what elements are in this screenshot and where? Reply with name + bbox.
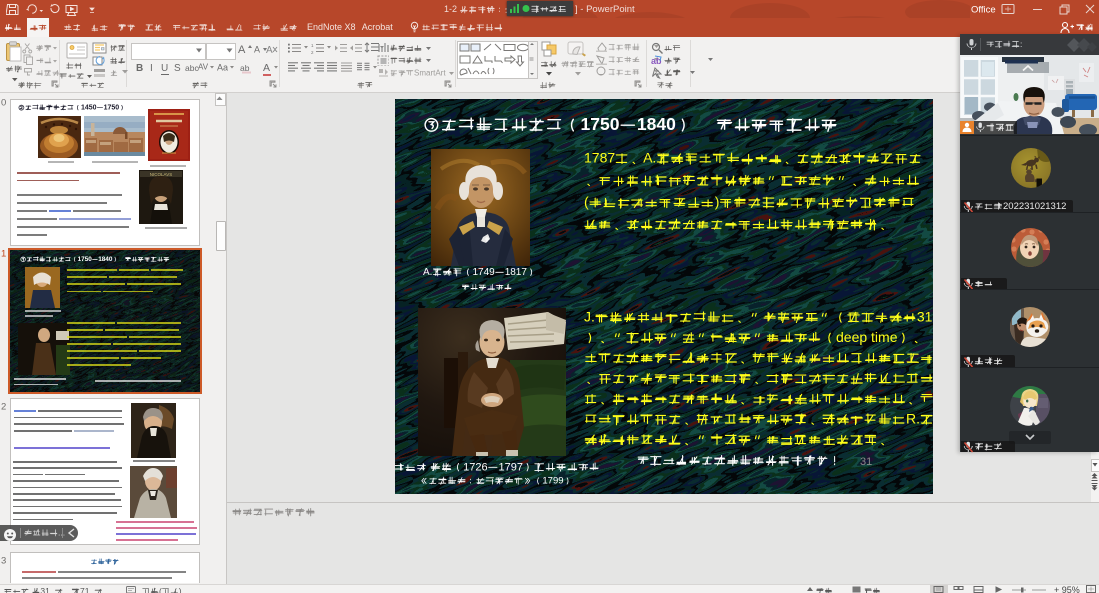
svg-text:...: ... (58, 527, 65, 537)
